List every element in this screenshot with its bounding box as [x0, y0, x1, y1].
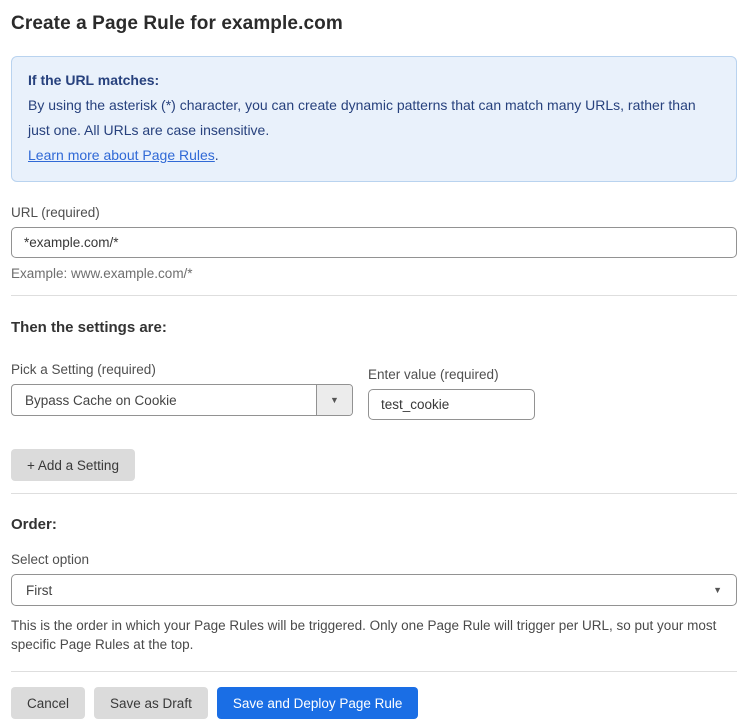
pick-setting-dropdown-button[interactable]: ▼: [316, 385, 352, 415]
pick-setting-selected-value: Bypass Cache on Cookie: [12, 385, 316, 415]
info-box-link-line: Learn more about Page Rules.: [28, 143, 720, 168]
pick-setting-column: Pick a Setting (required) Bypass Cache o…: [11, 362, 353, 416]
url-matches-info-box: If the URL matches: By using the asteris…: [11, 56, 737, 182]
add-setting-button[interactable]: + Add a Setting: [11, 449, 135, 481]
chevron-down-icon: ▼: [330, 396, 339, 405]
link-suffix: .: [215, 147, 219, 163]
url-label: URL (required): [11, 205, 737, 220]
url-section: URL (required) Example: www.example.com/…: [11, 205, 737, 281]
settings-row: Pick a Setting (required) Bypass Cache o…: [11, 362, 737, 420]
enter-value-label: Enter value (required): [368, 367, 535, 382]
order-description: This is the order in which your Page Rul…: [11, 616, 731, 654]
page-title: Create a Page Rule for example.com: [11, 11, 737, 35]
order-select[interactable]: First ▼: [11, 574, 737, 606]
order-section-heading: Order:: [11, 516, 737, 533]
footer-buttons: Cancel Save as Draft Save and Deploy Pag…: [11, 687, 737, 719]
chevron-down-icon: ▼: [713, 586, 722, 595]
order-selected-value: First: [26, 583, 713, 598]
settings-section-heading: Then the settings are:: [11, 319, 737, 336]
save-and-deploy-button[interactable]: Save and Deploy Page Rule: [217, 687, 419, 719]
enter-value-column: Enter value (required): [368, 367, 535, 420]
divider: [11, 295, 737, 296]
save-as-draft-button[interactable]: Save as Draft: [94, 687, 208, 719]
pick-setting-label: Pick a Setting (required): [11, 362, 353, 377]
divider: [11, 493, 737, 494]
create-page-rule-form: Create a Page Rule for example.com If th…: [0, 0, 750, 719]
order-select-label: Select option: [11, 552, 737, 567]
info-box-heading: If the URL matches:: [28, 68, 720, 93]
pick-setting-select[interactable]: Bypass Cache on Cookie ▼: [11, 384, 353, 416]
url-example-text: Example: www.example.com/*: [11, 266, 737, 281]
learn-more-link[interactable]: Learn more about Page Rules: [28, 147, 215, 163]
setting-value-input[interactable]: [368, 389, 535, 420]
url-input[interactable]: [11, 227, 737, 258]
cancel-button[interactable]: Cancel: [11, 687, 85, 719]
divider: [11, 671, 737, 672]
info-box-body: By using the asterisk (*) character, you…: [28, 93, 720, 143]
